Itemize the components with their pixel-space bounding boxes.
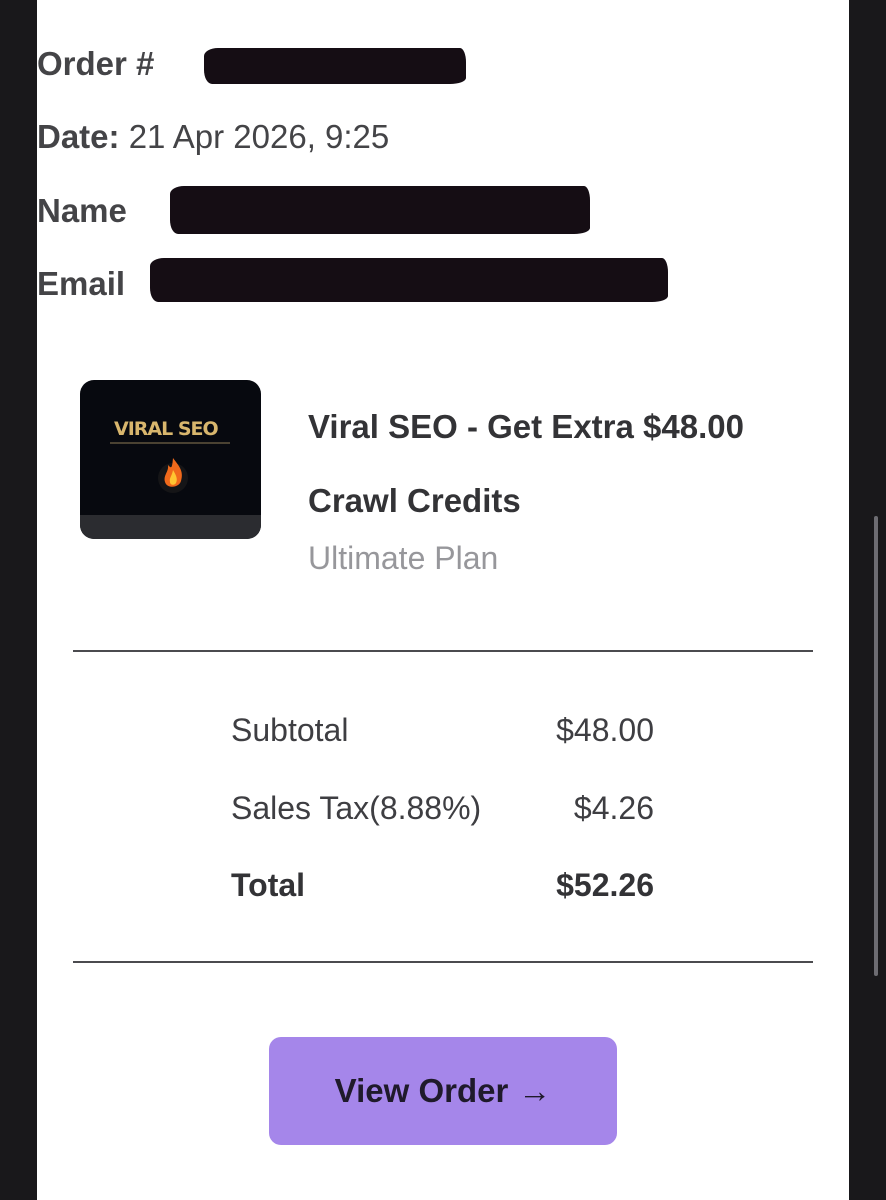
customer-email-row: Email — [37, 265, 125, 303]
divider — [73, 650, 813, 652]
order-date-label: Date: — [37, 118, 120, 155]
redacted-customer-name — [170, 186, 590, 234]
customer-email-label: Email — [37, 265, 126, 302]
product-title: Viral SEO - Get Extra $48.00 Crawl Credi… — [308, 408, 744, 519]
redacted-order-number — [204, 48, 466, 84]
customer-name-row: Name — [37, 192, 127, 230]
subtotal-value: $48.00 — [556, 712, 654, 748]
order-date-value: 21 Apr 2026, 9:25 — [128, 118, 390, 155]
view-order-label: View Order — [334, 1072, 509, 1109]
vertical-scrollbar[interactable] — [874, 516, 878, 976]
thumbnail-tagline-line — [110, 442, 230, 444]
subtotal-label: Subtotal — [231, 712, 349, 748]
thumbnail-footer-band — [80, 515, 261, 539]
order-number-row: Order # — [37, 45, 154, 83]
sales-tax-label: Sales Tax(8.88%) — [231, 790, 482, 826]
view-order-button[interactable]: View Order → — [269, 1037, 617, 1145]
order-number-label: Order # — [37, 45, 155, 82]
product-plan: Ultimate Plan — [308, 540, 499, 576]
flame-icon — [158, 458, 188, 493]
divider — [73, 961, 813, 963]
arrow-right-icon: → — [518, 1072, 552, 1109]
total-label: Total — [231, 867, 306, 903]
order-date-row: Date: 21 Apr 2026, 9:25 — [37, 118, 389, 156]
sales-tax-value: $4.26 — [573, 790, 654, 826]
thumbnail-brand-text: VIRAL SEO — [114, 418, 219, 440]
product-thumbnail: VIRAL SEO — [80, 380, 261, 539]
customer-name-label: Name — [37, 192, 127, 229]
total-value: $52.26 — [556, 867, 654, 903]
redacted-customer-email — [150, 258, 668, 302]
email-receipt-panel — [37, 0, 849, 1200]
